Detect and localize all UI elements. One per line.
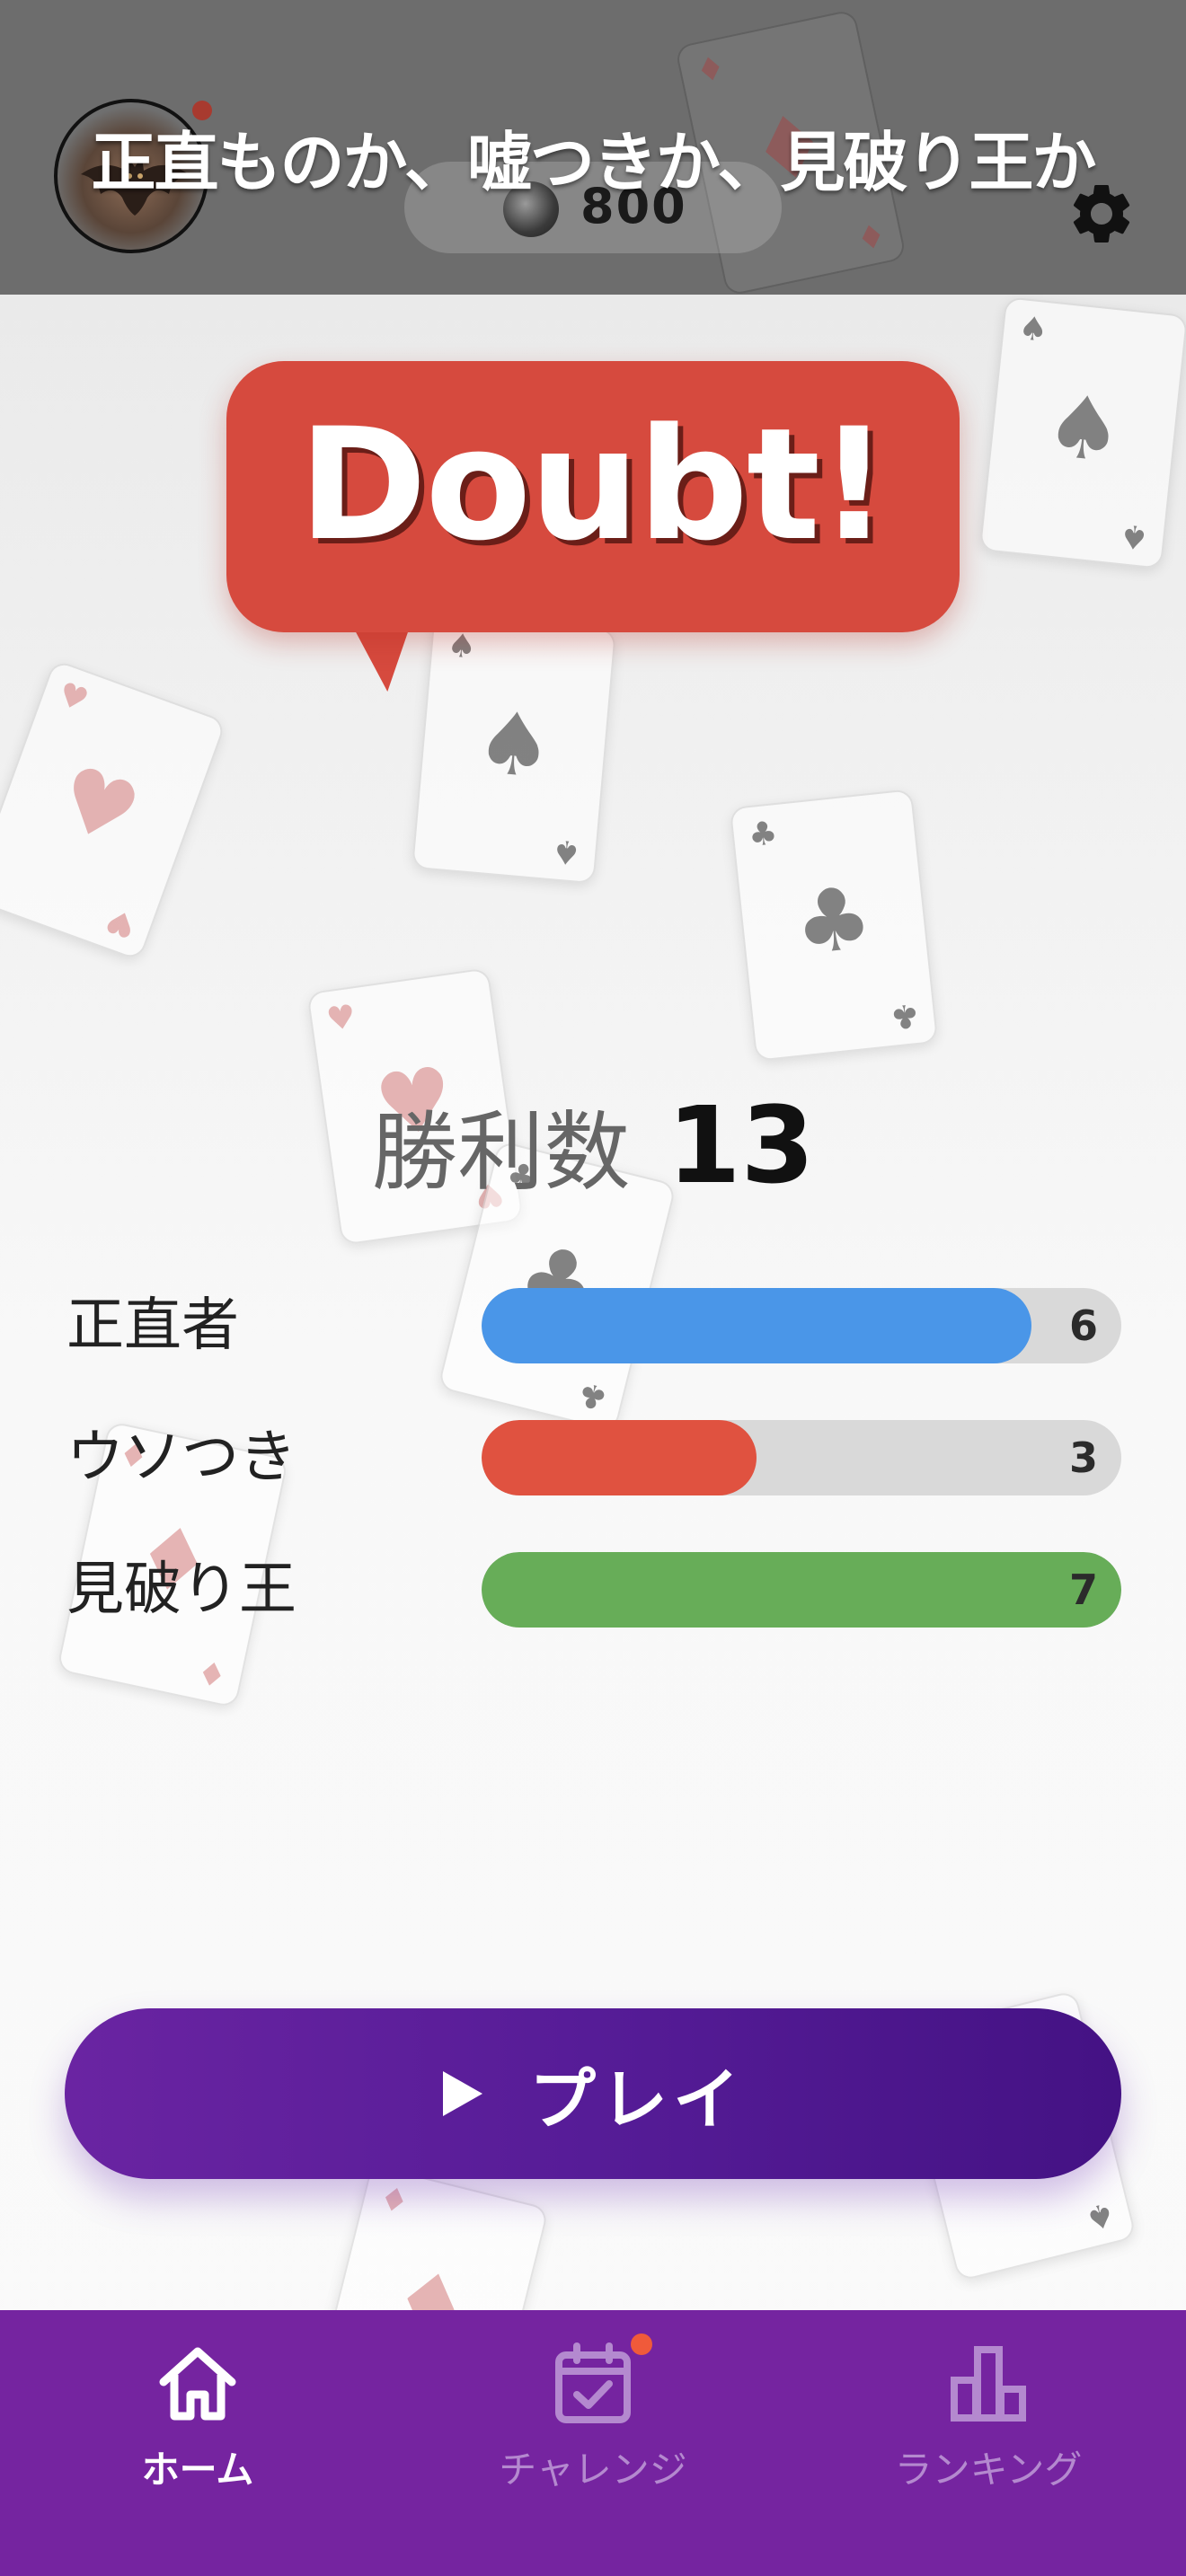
win-count: 勝利数 13 [0,1082,1186,1207]
spade-icon: ♠ [471,691,558,798]
progress-track: 6 [482,1288,1121,1363]
background-card-heart: ♥ ♥ ♥ [0,658,227,962]
doubt-speech-bubble: Doubt! [226,361,960,632]
club-icon: ♣ [573,1373,612,1417]
stat-count: 6 [1068,1301,1098,1350]
spade-icon: ♠ [550,832,583,871]
spade-icon: ♠ [1016,309,1050,350]
page-title: 正直ものか、嘘つきか、見破り王か [91,125,1096,200]
notification-dot [631,2333,652,2355]
heart-icon: ♥ [53,675,93,720]
background-card-spade: ♠ ♠ ♠ [978,296,1186,569]
club-icon: ♣ [888,995,922,1036]
stat-label: ウソつき [66,1425,296,1491]
background-card-spade: ♠ ♠ ♠ [412,613,616,885]
background-card-club: ♣ ♣ ♣ [729,789,939,1062]
play-icon [443,2071,482,2116]
progress-fill [482,1552,1121,1628]
club-icon: ♣ [789,867,878,975]
diamond-icon: ♦ [193,1651,230,1694]
nav-item-challenge[interactable]: チャレンジ [395,2310,791,2576]
stat-count: 7 [1068,1566,1098,1614]
win-count-label: 勝利数 [371,1102,631,1203]
heart-icon: ♥ [45,745,153,867]
win-count-value: 13 [667,1083,815,1207]
nav-item-home[interactable]: ホーム [0,2310,395,2576]
heart-icon: ♥ [101,900,141,945]
stat-count: 3 [1068,1434,1098,1482]
bottom-nav: ホーム チャレンジ ランキング [0,2310,1186,2576]
play-button[interactable]: プレイ [65,2008,1121,2179]
stat-label: 正直者 [66,1292,239,1359]
spade-icon: ♠ [1040,375,1128,483]
stat-row-detective: 見破り王 7 [0,1552,1186,1628]
progress-track: 7 [482,1552,1121,1628]
spade-icon: ♠ [1117,516,1151,557]
calendar-check-icon [555,2342,631,2423]
bar-chart-icon [951,2346,1026,2422]
nav-label: ホーム [141,2448,254,2492]
spade-icon: ♠ [445,627,478,666]
progress-track: 3 [482,1420,1121,1495]
club-icon: ♣ [746,815,780,855]
nav-label: ランキング [894,2448,1083,2492]
gear-icon[interactable] [1066,178,1137,250]
home-icon [159,2347,236,2421]
nav-item-ranking[interactable]: ランキング [791,2310,1186,2576]
stat-row-liar: ウソつき 3 [0,1420,1186,1495]
diamond-icon: ♦ [852,214,889,257]
progress-fill [482,1288,1032,1363]
top-bar: ♦ ♦ ♦ 800 正直ものか、嘘つきか、見破り王か [0,0,1186,295]
doubt-logo-text: Doubt! [298,394,889,575]
diamond-icon: ♦ [693,49,730,92]
spade-icon: ♠ [1081,2194,1119,2237]
progress-fill [482,1420,757,1495]
stat-row-honest: 正直者 6 [0,1288,1186,1363]
nav-label: チャレンジ [499,2448,687,2492]
heart-icon: ♥ [323,998,358,1039]
play-button-label: プレイ [529,2060,745,2139]
diamond-icon: ♦ [375,2179,413,2223]
stat-label: 見破り王 [66,1557,296,1623]
